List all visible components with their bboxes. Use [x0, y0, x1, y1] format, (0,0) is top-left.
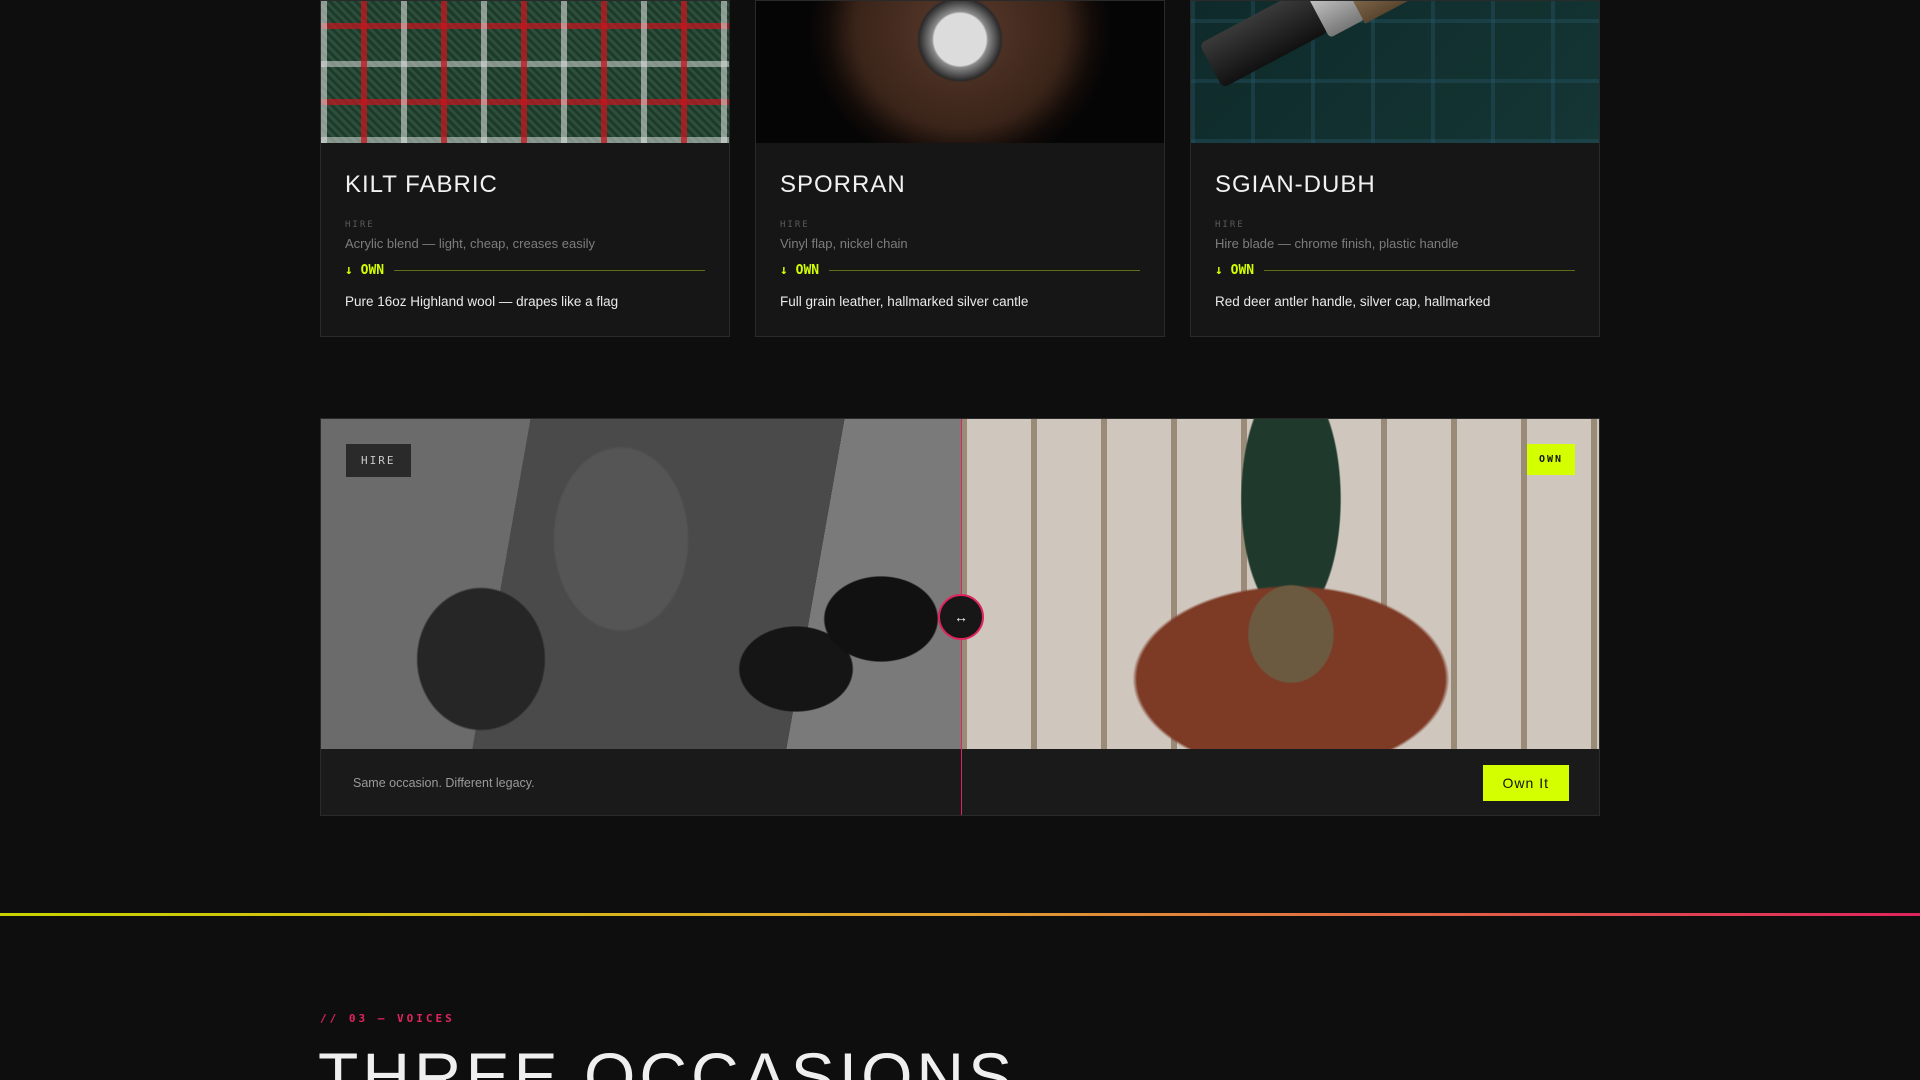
- own-outfit-image: [961, 419, 1599, 749]
- own-it-button[interactable]: Own It: [1482, 765, 1569, 801]
- own-description: Full grain leather, hallmarked silver ca…: [780, 294, 1029, 309]
- section-title: THREE OCCASIONS: [318, 1039, 1017, 1080]
- own-label: ↓ OWN: [345, 263, 385, 278]
- gradient-divider: [0, 913, 1920, 916]
- own-divider: [1264, 270, 1575, 271]
- hire-outfit-image: [321, 419, 961, 749]
- hire-own-comparison-slider[interactable]: HIRE OWN ↔ Same occasion. Different lega…: [320, 418, 1600, 816]
- hire-description: Vinyl flap, nickel chain: [780, 236, 908, 251]
- sgian-dubh-image: [1191, 1, 1599, 143]
- comparison-footer: Same occasion. Different legacy. Own It: [321, 749, 1599, 815]
- section-eyebrow: // 03 — VOICES: [320, 1012, 455, 1025]
- crest-icon: [900, 1, 1020, 111]
- own-label: ↓ OWN: [780, 263, 820, 278]
- own-divider: [829, 270, 1140, 271]
- own-row: ↓ OWN: [1215, 263, 1575, 278]
- hire-badge: HIRE: [346, 444, 411, 477]
- own-row: ↓ OWN: [780, 263, 1140, 278]
- slider-handle[interactable]: ↔: [938, 594, 984, 640]
- hire-tag: HIRE: [345, 220, 375, 230]
- card-sporran: SPORRAN HIRE Vinyl flap, nickel chain ↓ …: [755, 0, 1165, 337]
- card-title: SGIAN-DUBH: [1215, 171, 1376, 198]
- arrows-horizontal-icon: ↔: [954, 609, 968, 625]
- card-sgian-dubh: SGIAN-DUBH HIRE Hire blade — chrome fini…: [1190, 0, 1600, 337]
- hire-description: Hire blade — chrome finish, plastic hand…: [1215, 236, 1459, 251]
- own-label: ↓ OWN: [1215, 263, 1255, 278]
- hire-description: Acrylic blend — light, cheap, creases ea…: [345, 236, 596, 251]
- hire-tag: HIRE: [1215, 220, 1245, 230]
- tagline: Same occasion. Different legacy.: [353, 776, 535, 790]
- knife-icon: [1191, 1, 1585, 106]
- hire-tag: HIRE: [780, 220, 810, 230]
- own-description: Pure 16oz Highland wool — drapes like a …: [345, 294, 619, 309]
- sporran-image: [756, 1, 1164, 143]
- own-divider: [394, 270, 705, 271]
- card-title: SPORRAN: [780, 171, 906, 198]
- own-badge: OWN: [1526, 444, 1575, 475]
- comparison-cards: KILT FABRIC HIRE Acrylic blend — light, …: [320, 0, 1600, 337]
- own-description: Red deer antler handle, silver cap, hall…: [1215, 294, 1491, 309]
- page: KILT FABRIC HIRE Acrylic blend — light, …: [0, 0, 1920, 1080]
- own-row: ↓ OWN: [345, 263, 705, 278]
- kilt-fabric-image: [321, 1, 729, 143]
- card-kilt-fabric: KILT FABRIC HIRE Acrylic blend — light, …: [320, 0, 730, 337]
- card-title: KILT FABRIC: [345, 171, 498, 198]
